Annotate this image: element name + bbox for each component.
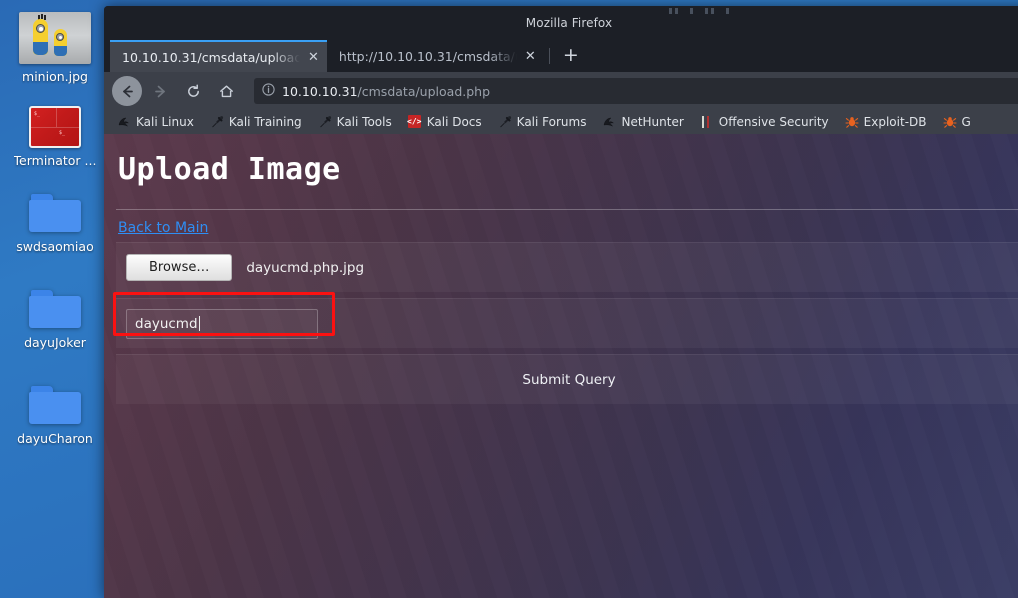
bookmarks-toolbar: Kali Linux Kali Training Kali Tools </> … xyxy=(104,110,1018,134)
terminator-icon: $_ $_ xyxy=(29,106,81,148)
desktop-icon-dayucharon[interactable]: dayuCharon xyxy=(2,386,108,446)
kali-dragon-icon xyxy=(117,115,131,129)
bookmark-kali-forums[interactable]: Kali Forums xyxy=(491,115,594,129)
url-path: /cmsdata/upload.php xyxy=(357,83,491,99)
kali-dragon-icon xyxy=(602,115,616,129)
submit-row: Submit Query xyxy=(116,354,1018,404)
desktop-icon-minion[interactable]: minion.jpg xyxy=(2,12,108,84)
bookmark-label: G xyxy=(961,115,971,129)
plug-icon xyxy=(210,115,224,129)
bug-icon xyxy=(845,115,859,129)
bookmark-label: Kali Forums xyxy=(516,115,587,129)
minion-image-icon xyxy=(19,12,91,64)
selected-filename: dayucmd.php.jpg xyxy=(246,259,365,276)
tab-cmsdata[interactable]: http://10.10.10.31/cmsdata/u ✕ xyxy=(327,40,544,72)
folder-icon xyxy=(29,290,81,330)
bookmark-kali-linux[interactable]: Kali Linux xyxy=(110,115,201,129)
tab-upload-php[interactable]: 10.10.10.31/cmsdata/upload ✕ xyxy=(110,40,327,72)
bookmark-kali-training[interactable]: Kali Training xyxy=(203,115,309,129)
offsec-icon xyxy=(700,115,714,129)
bookmark-label: Kali Training xyxy=(228,115,302,129)
desktop-icon-label: swdsaomiao xyxy=(16,239,94,254)
tab-title: http://10.10.10.31/cmsdata/u xyxy=(338,48,517,64)
plug-icon xyxy=(498,115,512,129)
close-icon[interactable]: ✕ xyxy=(306,51,321,64)
tab-strip: 10.10.10.31/cmsdata/upload ✕ http://10.1… xyxy=(104,40,1018,72)
horizontal-rule xyxy=(116,209,1018,210)
text-input-field[interactable]: dayucmd xyxy=(126,308,318,339)
desktop-icon-label: Terminator ... xyxy=(13,153,97,168)
text-caret xyxy=(198,316,200,331)
text-input-row: dayucmd xyxy=(116,298,1018,348)
browse-button[interactable]: Browse… xyxy=(126,254,233,281)
page-content: Upload Image Back to Main Browse… dayucm… xyxy=(104,134,1018,404)
folder-icon xyxy=(29,194,81,234)
tab-separator xyxy=(548,48,550,64)
url-host: 10.10.10.31 xyxy=(282,83,358,99)
desktop-icon-terminator[interactable]: $_ $_ Terminator ... xyxy=(2,106,108,168)
bookmark-kali-tools[interactable]: Kali Tools xyxy=(311,115,399,129)
plug-icon xyxy=(318,115,332,129)
bookmark-label: Exploit-DB xyxy=(863,115,927,129)
desktop-icon-swdsaomiao[interactable]: swdsaomiao xyxy=(2,194,108,254)
desktop-icon-column: minion.jpg $_ $_ Terminator ... swdsaomi… xyxy=(0,0,110,598)
kali-docs-icon: </> xyxy=(407,115,422,128)
bookmark-label: NetHunter xyxy=(621,115,684,129)
bookmark-google-hacking-db[interactable]: G xyxy=(936,115,978,129)
bookmark-label: Kali Linux xyxy=(136,115,194,129)
bookmark-nethunter[interactable]: NetHunter xyxy=(595,115,690,129)
new-tab-button[interactable]: + xyxy=(555,44,587,69)
page-viewport: Upload Image Back to Main Browse… dayucm… xyxy=(104,134,1018,598)
desktop-icon-dayujoker[interactable]: dayuJoker xyxy=(2,290,108,350)
bookmark-offensive-security[interactable]: Offensive Security xyxy=(693,115,836,129)
page-info-icon[interactable] xyxy=(262,83,275,99)
desktop-icon-label: dayuJoker xyxy=(24,335,86,350)
text-input-value: dayucmd xyxy=(135,315,198,332)
desktop-icon-label: dayuCharon xyxy=(17,431,93,446)
bug-icon xyxy=(942,115,957,129)
navigation-toolbar: 10.10.10.31/cmsdata/upload.php xyxy=(104,72,1018,110)
bookmark-kali-docs[interactable]: </> Kali Docs xyxy=(401,115,489,129)
window-decoration-marks xyxy=(669,8,729,14)
tab-title: 10.10.10.31/cmsdata/upload xyxy=(122,49,300,65)
window-titlebar[interactable]: Mozilla Firefox xyxy=(104,6,1018,40)
submit-query-button[interactable]: Submit Query xyxy=(522,372,615,388)
back-arrow-icon[interactable] xyxy=(112,76,142,106)
firefox-window: Mozilla Firefox 10.10.10.31/cmsdata/uplo… xyxy=(104,6,1018,598)
bookmark-label: Offensive Security xyxy=(718,115,829,129)
bookmark-label: Kali Docs xyxy=(426,115,482,129)
screen-root: minion.jpg $_ $_ Terminator ... swdsaomi… xyxy=(0,0,1018,598)
reload-icon[interactable] xyxy=(178,76,208,106)
home-icon[interactable] xyxy=(211,76,241,106)
desktop-icon-label: minion.jpg xyxy=(22,69,88,84)
url-bar[interactable]: 10.10.10.31/cmsdata/upload.php xyxy=(254,78,1018,104)
page-title: Upload Image xyxy=(118,152,341,187)
bookmark-label: Kali Tools xyxy=(336,115,392,129)
bookmark-exploit-db[interactable]: Exploit-DB xyxy=(838,115,934,129)
url-text: 10.10.10.31/cmsdata/upload.php xyxy=(282,84,490,99)
close-icon[interactable]: ✕ xyxy=(523,50,538,63)
window-title: Mozilla Firefox xyxy=(525,16,613,30)
file-upload-row: Browse… dayucmd.php.jpg xyxy=(116,242,1018,292)
forward-arrow-icon[interactable] xyxy=(145,76,175,106)
back-to-main-link[interactable]: Back to Main xyxy=(118,220,208,236)
folder-icon xyxy=(29,386,81,426)
